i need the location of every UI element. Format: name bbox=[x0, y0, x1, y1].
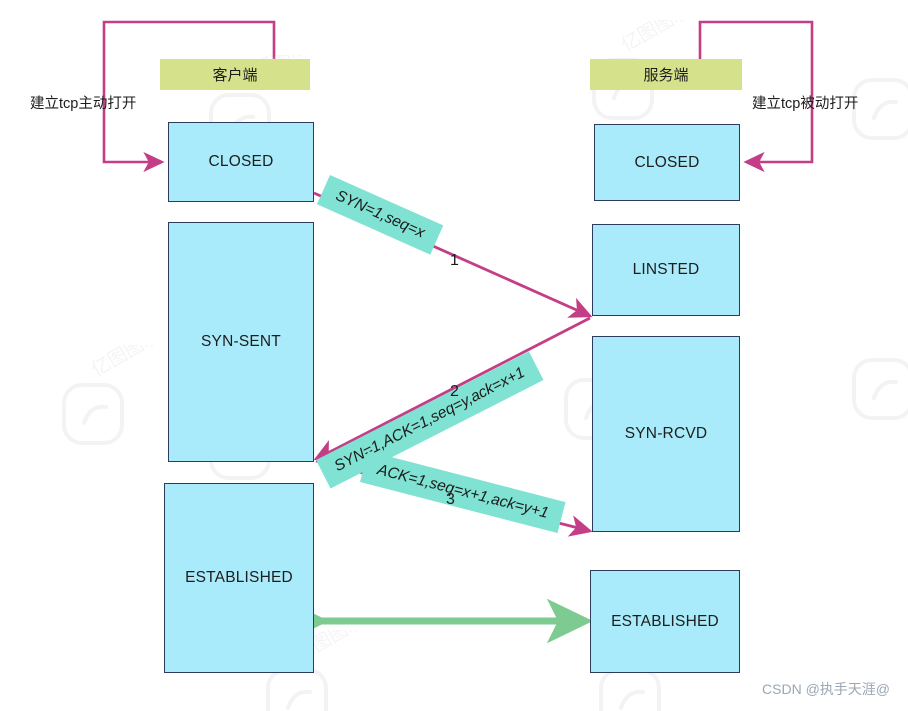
server-state-syn-rcvd: SYN-RCVD bbox=[592, 336, 740, 532]
watermark: 亿图图示 bbox=[58, 345, 168, 455]
server-state-established: ESTABLISHED bbox=[590, 570, 740, 673]
diagram-canvas: 亿图图示 亿图图示 亿图图示 亿图图示 亿图图示 bbox=[0, 0, 908, 711]
client-state-syn-sent-label: SYN-SENT bbox=[201, 333, 281, 350]
client-state-closed-label: CLOSED bbox=[208, 153, 274, 170]
step-number-3: 3 bbox=[446, 491, 455, 508]
message-label-3: ACK=1,seq=x+1,ack=y+1 bbox=[359, 451, 566, 534]
client-header-box: 客户端 bbox=[160, 59, 310, 90]
client-state-established-label: ESTABLISHED bbox=[185, 569, 293, 586]
step-number-2: 2 bbox=[450, 383, 459, 400]
server-state-closed-label: CLOSED bbox=[634, 153, 700, 171]
server-state-listen-label: LINSTED bbox=[632, 261, 700, 278]
server-state-established-label: ESTABLISHED bbox=[611, 612, 719, 630]
client-state-closed: CLOSED bbox=[168, 122, 314, 202]
client-state-established: ESTABLISHED bbox=[164, 483, 314, 673]
server-state-closed: CLOSED bbox=[594, 124, 740, 201]
server-state-listen: LINSTED bbox=[592, 224, 740, 316]
watermark bbox=[848, 320, 908, 430]
server-header-box: 服务端 bbox=[590, 59, 742, 90]
step-number-1: 1 bbox=[450, 252, 459, 269]
svg-text:亿图图示: 亿图图示 bbox=[618, 20, 695, 56]
client-active-open-label: 建立tcp主动打开 bbox=[30, 96, 137, 112]
message-label-1: SYN=1,seq=x bbox=[316, 175, 443, 255]
server-passive-open-label: 建立tcp被动打开 bbox=[752, 96, 859, 112]
client-header-label: 客户端 bbox=[212, 67, 258, 84]
client-state-syn-sent: SYN-SENT bbox=[168, 222, 314, 462]
server-state-syn-rcvd-label: SYN-RCVD bbox=[624, 425, 708, 442]
server-header-label: 服务端 bbox=[643, 67, 689, 84]
credit-watermark: CSDN @执手天涯@ bbox=[762, 681, 890, 697]
svg-text:亿图图示: 亿图图示 bbox=[88, 345, 165, 381]
